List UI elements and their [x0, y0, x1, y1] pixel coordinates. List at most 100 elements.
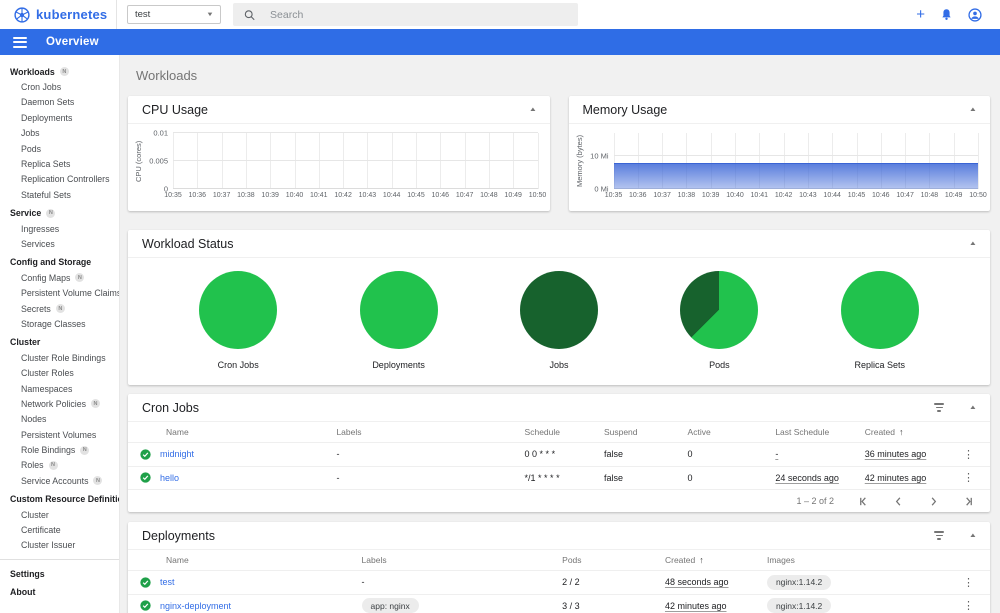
table-cell[interactable]: 48 seconds ago	[665, 577, 767, 587]
sidebar-item-replication-controllers[interactable]: Replication Controllers	[0, 172, 119, 187]
column-header-created[interactable]: Created ↑	[865, 427, 961, 437]
row-menu-icon[interactable]: ⋮	[961, 576, 976, 589]
resource-link[interactable]: hello	[160, 473, 179, 483]
table-cell[interactable]: 24 seconds ago	[775, 473, 864, 483]
x-tick-label: 10:38	[237, 192, 255, 199]
plot-area: 0 0.005 0.01	[149, 129, 539, 194]
collapse-icon[interactable]: ▲	[969, 241, 977, 247]
sidebar-item-role-bindings[interactable]: Role Bindings N	[0, 442, 119, 457]
row-menu-icon[interactable]: ⋮	[961, 448, 976, 461]
sidebar-item-secrets[interactable]: Secrets N	[0, 301, 119, 316]
table-cell[interactable]: 42 minutes ago	[665, 601, 767, 611]
collapse-icon[interactable]: ▲	[528, 107, 536, 113]
column-header-images[interactable]: Images	[767, 555, 943, 565]
column-header-labels[interactable]: Labels	[362, 555, 563, 565]
sidebar-item-storage-classes[interactable]: Storage Classes	[0, 316, 119, 331]
table-cell: false	[603, 472, 623, 483]
resource-link[interactable]: midnight	[160, 449, 194, 459]
sidebar-item-namespaces[interactable]: Namespaces	[0, 381, 119, 396]
filter-icon[interactable]	[934, 531, 945, 540]
sidebar-item-label: Stateful Sets	[21, 189, 71, 200]
prev-page-icon[interactable]	[893, 496, 904, 507]
search-input[interactable]	[270, 8, 567, 21]
sidebar-item-custom-resource-definitions[interactable]: Custom Resource Definitions	[0, 492, 119, 507]
sidebar-item-persistent-volume-claims[interactable]: Persistent Volume ClaimsN	[0, 285, 119, 300]
sidebar-item-service-accounts[interactable]: Service Accounts N	[0, 473, 119, 488]
column-header-name[interactable]: Name	[140, 555, 362, 565]
kubernetes-logo[interactable]: kubernetes	[14, 6, 116, 23]
sidebar-item-replica-sets[interactable]: Replica Sets	[0, 156, 119, 171]
sidebar-item-network-policies[interactable]: Network Policies N	[0, 396, 119, 411]
sidebar-item-services[interactable]: Services	[0, 236, 119, 251]
sidebar-item-nodes[interactable]: Nodes	[0, 412, 119, 427]
row-menu-icon[interactable]: ⋮	[961, 471, 976, 484]
x-tick-label: 10:45	[407, 192, 425, 199]
sidebar-item-jobs[interactable]: Jobs	[0, 126, 119, 141]
column-header-suspend[interactable]: Suspend	[604, 427, 688, 437]
workload-status-title: Workload Status	[142, 236, 234, 251]
sidebar-item-deployments[interactable]: Deployments	[0, 110, 119, 125]
table-cell: app: nginx	[361, 598, 563, 613]
column-header-pods[interactable]: Pods	[562, 555, 665, 565]
sidebar-item-certificate[interactable]: Certificate	[0, 522, 119, 537]
notifications-bell-icon[interactable]	[940, 8, 953, 21]
workload-status-cron-jobs: Cron Jobs	[178, 271, 298, 370]
resource-link[interactable]: test	[160, 577, 175, 587]
sidebar-item-cluster[interactable]: Cluster	[0, 335, 119, 350]
column-header-created[interactable]: Created ↑	[665, 555, 767, 565]
namespace-selector[interactable]: test ▼	[127, 5, 221, 24]
sidebar-item-label: Cluster Roles	[21, 368, 74, 379]
column-header-labels[interactable]: Labels	[336, 427, 524, 437]
pie-chart[interactable]	[840, 271, 919, 349]
namespaced-badge: N	[59, 67, 69, 77]
column-header-active[interactable]: Active	[688, 427, 776, 437]
sidebar-item-pods[interactable]: Pods	[0, 141, 119, 156]
user-account-icon[interactable]	[968, 7, 982, 22]
row-menu-icon[interactable]: ⋮	[961, 599, 976, 612]
name-cell: midnight	[140, 449, 336, 460]
column-header-name[interactable]: Name	[140, 427, 336, 437]
sidebar-item-config-and-storage[interactable]: Config and Storage	[0, 255, 119, 270]
sidebar-item-workloads[interactable]: Workloads N	[0, 64, 119, 79]
table-cell[interactable]: 42 minutes ago	[865, 473, 961, 483]
search-bar[interactable]	[233, 3, 578, 26]
table-cell: -	[361, 577, 365, 588]
cron-jobs-paginator: 1 – 2 of 2	[128, 490, 990, 512]
sidebar-item-stateful-sets[interactable]: Stateful Sets	[0, 187, 119, 202]
table-cell[interactable]: -	[775, 449, 864, 459]
column-header-last-schedule[interactable]: Last Schedule	[775, 427, 864, 437]
pie-chart[interactable]	[199, 271, 278, 349]
sidebar-item-roles[interactable]: Roles N	[0, 458, 119, 473]
filter-icon[interactable]	[934, 403, 945, 412]
next-page-icon[interactable]	[928, 496, 939, 507]
sidebar-item-persistent-volumes[interactable]: Persistent Volumes	[0, 427, 119, 442]
pie-chart[interactable]	[680, 271, 759, 349]
resource-link[interactable]: nginx-deployment	[160, 601, 231, 611]
sidebar-item-cluster-roles[interactable]: Cluster Roles	[0, 365, 119, 380]
sidebar-item-settings[interactable]: Settings	[0, 566, 119, 581]
sidebar-item-cluster-role-bindings[interactable]: Cluster Role Bindings	[0, 350, 119, 365]
last-page-icon[interactable]	[963, 496, 974, 507]
sidebar-item-about[interactable]: About	[0, 585, 119, 600]
table-row: nginx-deployment app: nginx 3 / 3 42 minute…	[128, 595, 990, 613]
pie-chart[interactable]	[519, 271, 598, 349]
first-page-icon[interactable]	[858, 496, 869, 507]
column-header-schedule[interactable]: Schedule	[525, 427, 604, 437]
sidebar-item-cluster-issuer[interactable]: Cluster Issuer	[0, 538, 119, 553]
sort-ascending-icon: ↑	[899, 427, 904, 437]
deployments-table: Name Labels Pods Created ↑ Images test - 2 / 2 48…	[128, 550, 990, 613]
collapse-icon[interactable]: ▲	[969, 533, 977, 539]
pie-chart[interactable]	[359, 271, 438, 349]
collapse-icon[interactable]: ▲	[969, 405, 977, 411]
menu-icon[interactable]	[13, 36, 27, 48]
cron-jobs-table: Name Labels Schedule Suspend Active Last Sche…	[128, 422, 990, 490]
table-cell[interactable]: 36 minutes ago	[865, 449, 961, 459]
sidebar-item-service[interactable]: Service N	[0, 206, 119, 221]
sidebar-item-cluster[interactable]: Cluster	[0, 507, 119, 522]
sidebar-item-ingresses[interactable]: Ingresses	[0, 221, 119, 236]
collapse-icon[interactable]: ▲	[969, 107, 977, 113]
sidebar-item-daemon-sets[interactable]: Daemon Sets	[0, 95, 119, 110]
create-resource-button[interactable]: +	[916, 7, 925, 22]
sidebar-item-cron-jobs[interactable]: Cron Jobs	[0, 79, 119, 94]
sidebar-item-config-maps[interactable]: Config Maps N	[0, 270, 119, 285]
